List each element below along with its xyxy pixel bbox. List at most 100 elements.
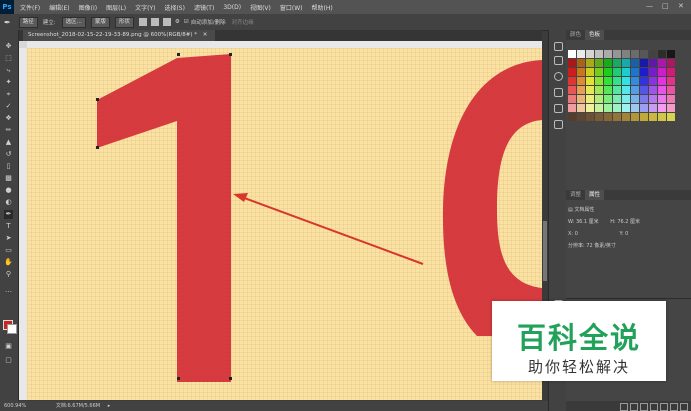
menu-type[interactable]: 文字(Y): [135, 3, 155, 12]
color-swatch[interactable]: [613, 113, 621, 121]
color-swatch[interactable]: [667, 86, 675, 94]
color-swatch[interactable]: [622, 95, 630, 103]
close-tab-icon[interactable]: ✕: [203, 32, 208, 38]
color-swatch[interactable]: [631, 95, 639, 103]
eyedropper-icon[interactable]: ✓: [4, 102, 13, 111]
color-swatch[interactable]: [586, 77, 594, 85]
marquee-icon[interactable]: ⬚: [4, 54, 13, 63]
color-swatch[interactable]: [595, 59, 603, 67]
color-swatch[interactable]: [640, 50, 648, 58]
tab-properties[interactable]: 属性: [585, 190, 605, 200]
document-canvas[interactable]: [27, 48, 542, 400]
color-swatch[interactable]: [649, 86, 657, 94]
close-icon[interactable]: ✕: [678, 2, 684, 10]
gradient-icon[interactable]: ▩: [4, 174, 13, 183]
color-swatch[interactable]: [649, 104, 657, 112]
menu-edit[interactable]: 编辑(E): [49, 3, 69, 12]
zoom-icon[interactable]: ⚲: [4, 270, 13, 279]
color-swatch[interactable]: [631, 59, 639, 67]
color-swatch[interactable]: [595, 68, 603, 76]
crop-icon[interactable]: ⌖: [4, 90, 13, 99]
menu-file[interactable]: 文件(F): [20, 3, 40, 12]
color-swatch[interactable]: [577, 104, 585, 112]
color-swatch[interactable]: [595, 104, 603, 112]
screen-mode-icon[interactable]: ▢: [4, 356, 13, 365]
status-menu-arrow-icon[interactable]: ▸: [108, 403, 111, 409]
color-swatch[interactable]: [613, 59, 621, 67]
color-swatch[interactable]: [613, 86, 621, 94]
color-swatch[interactable]: [595, 50, 603, 58]
stamp-icon[interactable]: ▲: [4, 138, 13, 147]
group-icon[interactable]: [660, 403, 668, 411]
menu-window[interactable]: 窗口(W): [280, 3, 303, 12]
color-swatch[interactable]: [604, 113, 612, 121]
color-swatch[interactable]: [568, 95, 576, 103]
color-swatch[interactable]: [604, 68, 612, 76]
color-swatch[interactable]: [667, 59, 675, 67]
blur-icon[interactable]: ●: [4, 186, 13, 195]
menu-layer[interactable]: 图层(L): [106, 3, 126, 12]
color-swatch[interactable]: [667, 113, 675, 121]
color-swatch[interactable]: [595, 77, 603, 85]
color-swatch[interactable]: [658, 86, 666, 94]
brush-icon[interactable]: ✏: [4, 126, 13, 135]
color-swatch[interactable]: [649, 50, 657, 58]
x-value[interactable]: 0: [575, 231, 578, 237]
color-swatch[interactable]: [631, 104, 639, 112]
color-swatch[interactable]: [667, 50, 675, 58]
anchor-point[interactable]: [96, 146, 99, 149]
color-swatch[interactable]: [613, 68, 621, 76]
color-swatch[interactable]: [649, 68, 657, 76]
color-swatch[interactable]: [586, 59, 594, 67]
color-swatch[interactable]: [631, 50, 639, 58]
color-swatch[interactable]: [649, 59, 657, 67]
menu-select[interactable]: 选择(S): [164, 3, 185, 12]
color-swatch[interactable]: [568, 68, 576, 76]
color-swatch[interactable]: [577, 95, 585, 103]
color-swatch[interactable]: [586, 95, 594, 103]
eraser-icon[interactable]: ▯: [4, 162, 13, 171]
tab-swatches[interactable]: 色板: [585, 30, 605, 40]
color-swatch[interactable]: [604, 50, 612, 58]
y-value[interactable]: 0: [625, 231, 628, 237]
color-swatch[interactable]: [586, 104, 594, 112]
scrollbar-thumb[interactable]: [543, 221, 547, 281]
background-color-swatch[interactable]: [7, 324, 17, 334]
color-swatch[interactable]: [640, 113, 648, 121]
color-swatch[interactable]: [622, 77, 630, 85]
vertical-ruler[interactable]: [19, 48, 27, 400]
lasso-icon[interactable]: ⤷: [4, 66, 13, 75]
color-swatch[interactable]: [613, 95, 621, 103]
move-icon[interactable]: ✥: [4, 42, 13, 51]
minimize-icon[interactable]: —: [646, 2, 653, 10]
color-swatch[interactable]: [640, 104, 648, 112]
pen-tool-preset-icon[interactable]: ✒: [4, 18, 11, 27]
color-swatch[interactable]: [649, 77, 657, 85]
color-swatch[interactable]: [631, 113, 639, 121]
color-swatch[interactable]: [613, 104, 621, 112]
menu-3d[interactable]: 3D(D): [223, 4, 241, 11]
paragraph-icon[interactable]: [554, 88, 563, 97]
color-swatch[interactable]: [577, 113, 585, 121]
auto-add-delete-checkbox[interactable]: ☑: [184, 19, 189, 25]
add-mask-icon[interactable]: [640, 403, 648, 411]
color-swatch[interactable]: [649, 95, 657, 103]
path-alignment-icon[interactable]: [150, 18, 159, 26]
history-brush-icon[interactable]: ↺: [4, 150, 13, 159]
anchor-point[interactable]: [177, 377, 180, 380]
path-arrangement-icon[interactable]: [162, 18, 171, 26]
menu-view[interactable]: 视图(V): [250, 3, 271, 12]
brush-settings-icon[interactable]: [554, 56, 563, 65]
healing-icon[interactable]: ❖: [4, 114, 13, 123]
dodge-icon[interactable]: ◐: [4, 198, 13, 207]
swatches-grid[interactable]: [568, 50, 676, 122]
shape-button[interactable]: 形状: [114, 16, 134, 28]
magic-wand-icon[interactable]: ✦: [4, 78, 13, 87]
color-swatch[interactable]: [667, 104, 675, 112]
color-swatch[interactable]: [622, 104, 630, 112]
color-swatch[interactable]: [595, 95, 603, 103]
fx-icon[interactable]: [630, 403, 638, 411]
gear-icon[interactable]: ⚙: [175, 19, 180, 25]
color-swatch[interactable]: [667, 77, 675, 85]
color-swatch[interactable]: [577, 68, 585, 76]
